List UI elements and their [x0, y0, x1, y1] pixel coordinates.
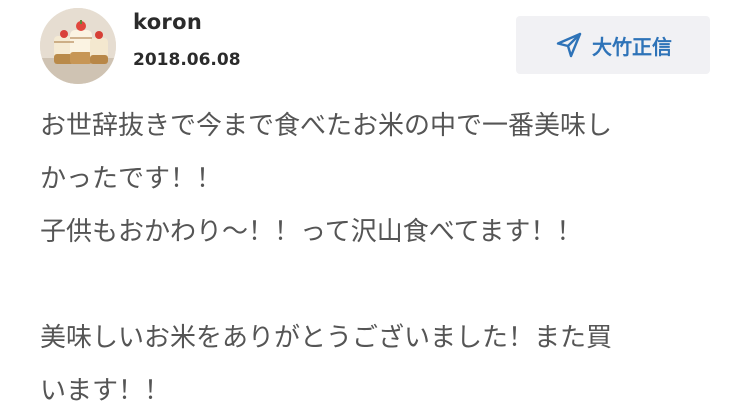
reply-button[interactable]: 大竹正信 [516, 16, 710, 74]
comment-line: お世辞抜きで今まで食べたお米の中で一番美味し [40, 111, 613, 141]
comment-line: 美味しいお米をありがとうございました！また買 [40, 323, 613, 353]
post-date: 2018.06.08 [133, 50, 241, 70]
send-icon [554, 30, 584, 60]
avatar-image [40, 8, 116, 84]
comment-line: かったです！！ [40, 164, 223, 194]
user-name[interactable]: koron [133, 10, 202, 34]
comment-line: います！！ [40, 376, 171, 406]
comment-line: 子供もおかわり〜！！って沢山食べてます！！ [40, 217, 583, 247]
reply-button-label: 大竹正信 [592, 34, 672, 59]
avatar[interactable] [40, 8, 116, 84]
comment-blank-line [40, 259, 720, 312]
review-comment: お世辞抜きで今まで食べたお米の中で一番美味し かったです！！ 子供もおかわり〜！… [40, 100, 720, 418]
